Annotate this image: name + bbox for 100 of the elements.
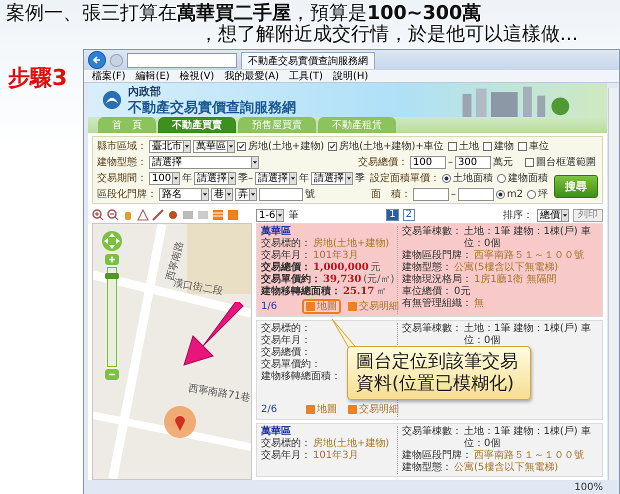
radio-button[interactable] xyxy=(496,190,505,198)
year-select[interactable]: 100 xyxy=(149,172,180,184)
radio-label: 建物面積 xyxy=(508,172,548,185)
field-label: 交易單價約： xyxy=(261,274,321,286)
field-label: 交易筆棟數： xyxy=(402,426,462,439)
checkbox[interactable] xyxy=(237,142,246,150)
caret-icon xyxy=(183,140,190,152)
field-label: 交易總價： xyxy=(358,156,408,169)
menu-item[interactable]: 我的最愛(A) xyxy=(224,69,279,83)
road-select[interactable]: 路名 xyxy=(159,188,209,200)
radio-button[interactable] xyxy=(527,190,536,198)
menu-item[interactable]: 檔案(F) xyxy=(92,69,126,83)
zoom-out-icon[interactable] xyxy=(107,209,119,221)
field-value: 無 xyxy=(474,298,484,310)
unit-label: 年 xyxy=(182,172,192,185)
menu-item[interactable]: 編輯(E) xyxy=(136,69,170,83)
slide-title: 案例一、張三打算在萬華買二手屋，預算是100~300萬 xyxy=(6,3,482,24)
city-select[interactable]: 臺北市 xyxy=(149,140,191,152)
district-link[interactable]: 萬華區 xyxy=(261,226,291,238)
zoom-in-icon[interactable] xyxy=(92,209,104,221)
district-link[interactable]: 萬華區 xyxy=(261,426,291,438)
radio-button[interactable] xyxy=(442,174,451,182)
document-icon xyxy=(306,405,316,414)
field-label: 交易標的： xyxy=(261,438,311,450)
marker-icon[interactable] xyxy=(167,209,179,221)
radio-button[interactable] xyxy=(497,174,506,182)
field-value: 0元 xyxy=(454,286,470,298)
range-dash: – xyxy=(448,156,453,168)
checkbox[interactable] xyxy=(518,142,527,150)
district-select[interactable]: 萬華區 xyxy=(193,140,235,152)
street-label: 西寧南路71巷 xyxy=(187,382,251,405)
field-value: 房地(土地+建物) xyxy=(313,438,390,450)
slider-thumb[interactable] xyxy=(105,272,119,279)
unit-label: (元/㎡) xyxy=(363,274,394,286)
card-action-button[interactable]: 地圖 xyxy=(302,402,342,417)
callout-tooltip: 圖台定位到該筆交易資料(位置已模糊化) xyxy=(347,346,531,400)
radio-label: 坪 xyxy=(538,188,548,201)
page-number[interactable]: 2 xyxy=(402,209,416,221)
min-area-field[interactable] xyxy=(412,188,449,200)
caret-icon xyxy=(561,210,568,220)
unit-label: 元 xyxy=(370,262,381,274)
field-label: 交易年月： xyxy=(261,250,311,261)
field-label: 交易期間： xyxy=(97,172,147,185)
field-label: 交易總價： xyxy=(261,262,311,273)
triangle-icon[interactable] xyxy=(137,209,149,221)
lane-select[interactable]: 巷 xyxy=(211,188,233,200)
field-value: 39,730 xyxy=(323,274,362,286)
checkbox-label: 圖台框選範圍 xyxy=(536,156,596,169)
street-label: 漢口街二段 xyxy=(172,278,224,298)
record-index: 2/6 xyxy=(261,404,278,415)
checkbox-label: 車位 xyxy=(528,140,549,153)
checkbox[interactable] xyxy=(448,142,457,150)
nav-tab[interactable]: 不動產買賣 xyxy=(158,117,236,133)
unit-label: 萬元 xyxy=(493,156,513,169)
min-price-field[interactable]: 100 xyxy=(410,156,446,168)
caret-icon xyxy=(225,188,232,200)
year-select[interactable]: 請選擇 xyxy=(255,172,298,184)
season-select[interactable]: 請選擇 xyxy=(311,172,354,184)
alley-select[interactable]: 弄 xyxy=(235,188,257,200)
checkbox[interactable] xyxy=(328,142,338,150)
field-value: 25.17 xyxy=(343,286,374,298)
field-label: 建物型態： xyxy=(97,156,147,169)
field-value: 101年3月 xyxy=(313,250,358,262)
building-type-select[interactable]: 請選擇 xyxy=(149,156,259,168)
checkbox[interactable] xyxy=(525,158,534,166)
sort-select[interactable]: 總價 xyxy=(537,208,569,222)
max-area-field[interactable] xyxy=(458,188,494,200)
field-label: 設定面積單價： xyxy=(370,172,440,185)
grid-icon[interactable] xyxy=(212,209,224,221)
field-label: 交易年月： xyxy=(261,335,311,346)
range-select[interactable]: 1-6 xyxy=(256,208,284,222)
zoom-slider[interactable] xyxy=(107,267,117,367)
checkbox[interactable] xyxy=(482,142,492,150)
field-label: 建物現況格局： xyxy=(402,274,472,286)
back-button[interactable] xyxy=(88,51,106,69)
field-value: 101年3月 xyxy=(313,450,358,462)
address-bar[interactable] xyxy=(127,52,237,68)
unit-label: 季– xyxy=(238,172,254,185)
field-label: 交易筆棟數： xyxy=(402,226,462,239)
document-icon xyxy=(306,302,316,311)
field-value: 西寧南路５１～１００號 xyxy=(474,250,584,262)
menu-item[interactable]: 檢視(V) xyxy=(180,69,214,83)
site-name: 不動產交易實價查詢服務網 xyxy=(128,98,296,116)
field-label: 交易標的： xyxy=(261,238,311,250)
menu-item[interactable]: 工具(T) xyxy=(289,69,323,83)
field-value: 公寓(5樓含以下無電梯) xyxy=(454,462,558,474)
menu-item[interactable]: 說明(H) xyxy=(332,69,368,83)
location-pin-icon xyxy=(163,405,197,439)
radio-label: m2 xyxy=(506,188,523,200)
field-label: 建物移轉總面積： xyxy=(261,286,341,298)
house-number-field[interactable] xyxy=(259,188,303,200)
field-label: 縣市區域： xyxy=(97,140,147,153)
field-value: 土地：1筆 建物：1棟(戶) 車位：0個 xyxy=(464,323,592,347)
browser-tab[interactable]: 不動產交易實價查詢服務網 xyxy=(241,52,375,68)
page-number[interactable]: 1 xyxy=(386,209,399,221)
season-select[interactable]: 請選擇 xyxy=(194,172,236,184)
max-price-field[interactable]: 300 xyxy=(455,156,491,168)
field-value: 1,000,000 xyxy=(313,262,369,274)
ruler-icon[interactable] xyxy=(152,209,164,221)
checkbox-label: 房地(土地+建物) xyxy=(248,140,324,153)
